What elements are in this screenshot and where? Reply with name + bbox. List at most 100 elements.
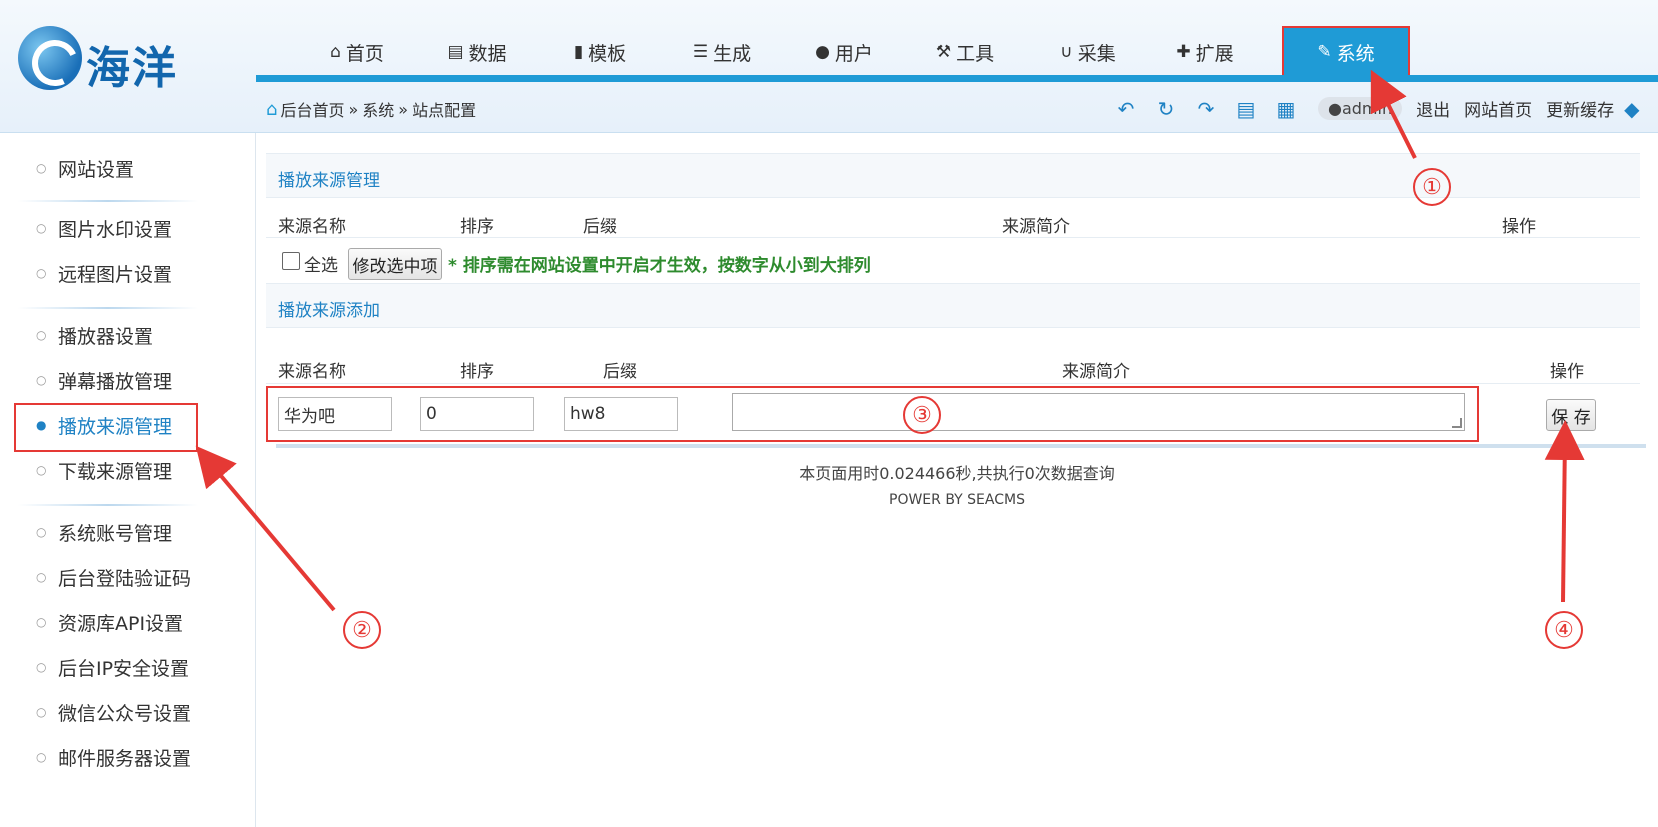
sidebar-item-captcha[interactable]: ○ 后台登陆验证码 [36, 562, 191, 592]
order-input[interactable]: 0 [420, 397, 534, 431]
circle-bullet-icon: ○ [36, 615, 47, 629]
breadcrumb-system[interactable]: 系统 [362, 97, 394, 121]
nav-underline [256, 75, 1658, 82]
power-by: POWER BY SEACMS [889, 492, 1025, 508]
sidebar-item-label: 下载来源管理 [58, 460, 173, 483]
sidebar-item-label: 微信公众号设置 [58, 702, 192, 725]
top-header: 海洋 ⌂ 首页 ▤ 数据 ▮ 模板 ☰ 生成 ● 用户 ⚒ 工具 ∪ 采集 ✚ … [0, 0, 1658, 133]
sidebar-divider [18, 307, 198, 309]
circle-bullet-icon: ○ [36, 463, 47, 477]
sidebar-item-label: 系统账号管理 [58, 522, 173, 545]
file-icon: ▮ [573, 42, 584, 62]
edit-icon: ✎ [1317, 42, 1332, 62]
nav-item-generate[interactable]: ☰ 生成 [660, 28, 784, 76]
breadcrumb-home[interactable]: 后台首页 [280, 97, 344, 121]
section-header-add: 播放来源添加 [266, 283, 1640, 327]
nav-label: 扩展 [1195, 42, 1234, 65]
col-header-intro: 来源简介 [1062, 362, 1130, 382]
source-name-input[interactable]: 华为吧 [278, 397, 392, 431]
sidebar-item-remote-images[interactable]: ○ 远程图片设置 [36, 258, 172, 288]
circle-bullet-icon: ○ [36, 161, 47, 175]
modify-selected-button[interactable]: 修改选中项 [348, 248, 442, 280]
annotation-number-4: ④ [1545, 611, 1583, 649]
sidebar: ○ 网站设置 ○ 图片水印设置 ○ 远程图片设置 ○ 播放器设置 ○ 弹幕播放管理 ● 播放… [0, 133, 256, 827]
source-intro-textarea[interactable] [732, 393, 1465, 431]
sidebar-item-label: 后台IP安全设置 [58, 657, 190, 680]
select-all-checkbox[interactable] [282, 252, 300, 270]
annotation-number-2: ② [343, 611, 381, 649]
circle-bullet-icon: ○ [36, 750, 47, 764]
nav-item-tools[interactable]: ⚒ 工具 [904, 28, 1026, 76]
col-header-intro: 来源简介 [1002, 217, 1070, 237]
nav-item-users[interactable]: ● 用户 [784, 28, 904, 76]
sidebar-divider [18, 200, 198, 202]
user-icon: ● [1328, 99, 1342, 118]
col-header-order: 排序 [460, 362, 494, 382]
section-title: 播放来源添加 [278, 301, 380, 321]
sidebar-item-mail-server[interactable]: ○ 邮件服务器设置 [36, 742, 191, 772]
house-icon: ⌂ [266, 98, 278, 120]
col-header-suffix: 后缀 [583, 217, 617, 237]
nav-item-home[interactable]: ⌂ 首页 [300, 28, 414, 76]
col-header-action: 操作 [1550, 362, 1584, 382]
nav-item-system[interactable]: ✎ 系统 [1282, 26, 1410, 78]
nav-item-collect[interactable]: ∪ 采集 [1026, 28, 1150, 76]
suffix-input[interactable]: hw8 [564, 397, 678, 431]
row-divider [266, 327, 1640, 328]
sidebar-item-label: 远程图片设置 [58, 263, 173, 286]
breadcrumb-current: 站点配置 [412, 101, 477, 120]
sidebar-item-ip-security[interactable]: ○ 后台IP安全设置 [36, 652, 189, 682]
sidebar-item-label: 网站设置 [58, 158, 135, 181]
sidebar-item-watermark[interactable]: ○ 图片水印设置 [36, 213, 172, 243]
calendar-icon[interactable]: ▦ [1266, 97, 1306, 121]
select-all-label[interactable]: 全选 [304, 251, 338, 276]
sidebar-item-site-settings[interactable]: ○ 网站设置 [36, 153, 134, 183]
circle-bullet-icon: ○ [36, 660, 47, 674]
col-header-suffix: 后缀 [603, 362, 637, 382]
sidebar-item-label: 弹幕播放管理 [58, 370, 173, 393]
list-icon: ☰ [692, 42, 709, 62]
row-divider [266, 383, 1640, 384]
save-button[interactable]: 保 存 [1546, 399, 1596, 431]
sidebar-item-label: 邮件服务器设置 [58, 747, 192, 770]
main-nav: ⌂ 首页 ▤ 数据 ▮ 模板 ☰ 生成 ● 用户 ⚒ 工具 ∪ 采集 ✚ 扩展 [300, 26, 1410, 78]
logout-link[interactable]: 退出 [1416, 96, 1450, 121]
section-title: 播放来源管理 [278, 171, 380, 191]
circle-bullet-icon: ○ [36, 525, 47, 539]
sidebar-item-api[interactable]: ○ 资源库API设置 [36, 607, 183, 637]
refresh-cache-link[interactable]: 更新缓存 [1546, 96, 1614, 121]
site-home-link[interactable]: 网站首页 [1464, 96, 1532, 121]
circle-bullet-icon: ○ [36, 373, 47, 387]
sidebar-item-danmaku[interactable]: ○ 弹幕播放管理 [36, 365, 172, 395]
breadcrumb: ⌂ 后台首页 » 系统 » 站点配置 [266, 97, 476, 121]
nav-label: 用户 [834, 42, 873, 65]
site-logo[interactable]: 海洋 [18, 26, 188, 94]
logo-text: 海洋 [86, 43, 178, 94]
refresh-icon[interactable]: ↻ [1146, 97, 1186, 121]
main-content: 播放来源管理 来源名称 排序 后缀 来源简介 操作 全选 修改选中项 * 排序需… [256, 133, 1658, 827]
annotation-highlight-sidebar [14, 403, 198, 452]
nav-label: 模板 [588, 42, 627, 65]
circle-bullet-icon: ○ [36, 328, 47, 342]
nav-item-data[interactable]: ▤ 数据 [414, 28, 540, 76]
forward-icon[interactable]: ↷ [1186, 97, 1226, 121]
sidebar-item-player[interactable]: ○ 播放器设置 [36, 320, 153, 350]
book-icon: ▤ [447, 42, 464, 62]
annotation-number-1: ① [1413, 168, 1451, 206]
user-badge[interactable]: ●admin [1318, 97, 1403, 120]
clipboard-icon[interactable]: ▤ [1226, 97, 1266, 121]
sort-hint-text: * 排序需在网站设置中开启才生效，按数字从小到大排列 [448, 256, 871, 276]
sidebar-item-wechat[interactable]: ○ 微信公众号设置 [36, 697, 191, 727]
back-icon[interactable]: ↶ [1106, 97, 1146, 121]
nav-label: 首页 [345, 42, 384, 65]
puzzle-icon: ✚ [1176, 42, 1191, 62]
col-header-order: 排序 [460, 217, 494, 237]
sidebar-item-label: 资源库API设置 [58, 612, 184, 635]
circle-bullet-icon: ○ [36, 221, 47, 235]
sidebar-toggle-icon[interactable]: ◆ [1624, 97, 1639, 121]
page-timing: 本页面用时0.024466秒,共执行0次数据查询 [799, 464, 1115, 483]
sidebar-item-download-sources[interactable]: ○ 下载来源管理 [36, 455, 172, 485]
nav-item-template[interactable]: ▮ 模板 [540, 28, 660, 76]
sidebar-item-accounts[interactable]: ○ 系统账号管理 [36, 517, 172, 547]
nav-item-extend[interactable]: ✚ 扩展 [1150, 28, 1260, 76]
